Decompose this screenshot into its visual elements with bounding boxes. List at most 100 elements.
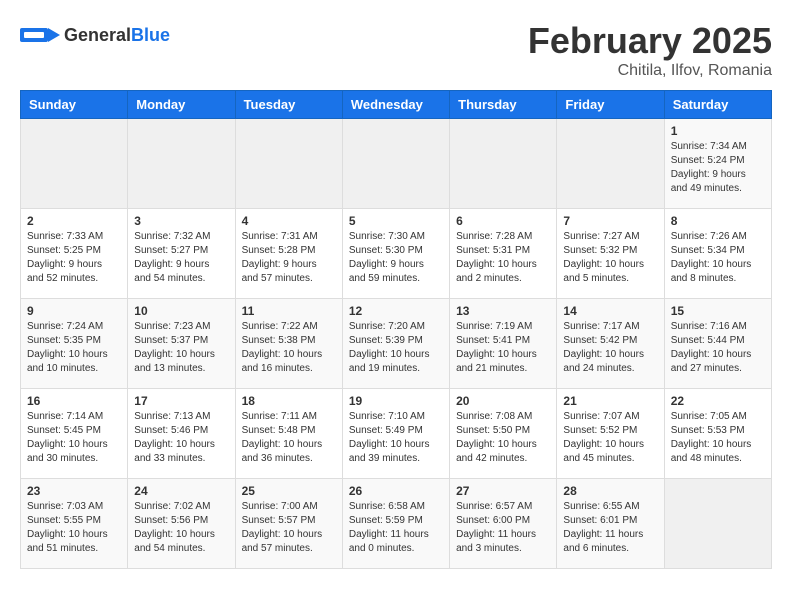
calendar-table: SundayMondayTuesdayWednesdayThursdayFrid…: [20, 90, 772, 569]
calendar-cell: 28Sunrise: 6:55 AM Sunset: 6:01 PM Dayli…: [557, 479, 664, 569]
calendar-cell: 14 Sunrise: 7:17 AM Sunset: 5:42 PM Dayli…: [557, 299, 664, 389]
day-info: Sunrise: 7:30 AM Sunset: 5:30 PM Dayligh…: [349, 230, 443, 286]
day-number: 27: [456, 484, 550, 498]
calendar-cell: 16 Sunrise: 7:14 AM Sunset: 5:45 PM Dayli…: [21, 389, 128, 479]
week-row-1: 2 Sunrise: 7:33 AM Sunset: 5:25 PM Daylig…: [21, 209, 772, 299]
calendar-cell: 6Sunrise: 7:28 AM Sunset: 5:31 PM Daylig…: [450, 209, 557, 299]
day-info: Sunrise: 7:33 AM Sunset: 5:25 PM Dayligh…: [27, 230, 121, 286]
calendar-cell: 21 Sunrise: 7:07 AM Sunset: 5:52 PM Dayli…: [557, 389, 664, 479]
calendar-cell: 8 Sunrise: 7:26 AM Sunset: 5:34 PM Daylig…: [664, 209, 771, 299]
header-thursday: Thursday: [450, 91, 557, 119]
calendar-title: February 2025: [528, 20, 772, 62]
day-info: Sunrise: 7:10 AM Sunset: 5:49 PM Dayligh…: [349, 410, 443, 466]
logo: GeneralBlue: [20, 20, 170, 50]
calendar-cell: [664, 479, 771, 569]
day-number: 12: [349, 304, 443, 318]
logo-general: General: [64, 25, 131, 45]
week-row-4: 23 Sunrise: 7:03 AM Sunset: 5:55 PM Dayli…: [21, 479, 772, 569]
day-info: Sunrise: 7:19 AM Sunset: 5:41 PM Dayligh…: [456, 320, 550, 376]
day-number: 4: [242, 214, 336, 228]
day-info: Sunrise: 7:02 AM Sunset: 5:56 PM Dayligh…: [134, 500, 228, 556]
day-number: 8: [671, 214, 765, 228]
day-info: Sunrise: 7:26 AM Sunset: 5:34 PM Dayligh…: [671, 230, 765, 286]
calendar-cell: 5 Sunrise: 7:30 AM Sunset: 5:30 PM Daylig…: [342, 209, 449, 299]
calendar-cell: 19 Sunrise: 7:10 AM Sunset: 5:49 PM Dayli…: [342, 389, 449, 479]
day-number: 13: [456, 304, 550, 318]
day-info: Sunrise: 7:20 AM Sunset: 5:39 PM Dayligh…: [349, 320, 443, 376]
day-info: Sunrise: 7:05 AM Sunset: 5:53 PM Dayligh…: [671, 410, 765, 466]
header-tuesday: Tuesday: [235, 91, 342, 119]
calendar-cell: [450, 119, 557, 209]
day-number: 11: [242, 304, 336, 318]
day-info: Sunrise: 7:17 AM Sunset: 5:42 PM Dayligh…: [563, 320, 657, 376]
day-info: Sunrise: 7:23 AM Sunset: 5:37 PM Dayligh…: [134, 320, 228, 376]
calendar-cell: [128, 119, 235, 209]
calendar-cell: 2 Sunrise: 7:33 AM Sunset: 5:25 PM Daylig…: [21, 209, 128, 299]
day-number: 28: [563, 484, 657, 498]
week-row-0: 1 Sunrise: 7:34 AM Sunset: 5:24 PM Daylig…: [21, 119, 772, 209]
logo-icon: [20, 20, 60, 50]
page-header: GeneralBlue February 2025 Chitila, Ilfov…: [20, 20, 772, 80]
day-number: 24: [134, 484, 228, 498]
day-number: 6: [456, 214, 550, 228]
calendar-cell: 26 Sunrise: 6:58 AM Sunset: 5:59 PM Dayli…: [342, 479, 449, 569]
day-number: 25: [242, 484, 336, 498]
day-number: 5: [349, 214, 443, 228]
calendar-cell: 3 Sunrise: 7:32 AM Sunset: 5:27 PM Daylig…: [128, 209, 235, 299]
calendar-cell: 4 Sunrise: 7:31 AM Sunset: 5:28 PM Daylig…: [235, 209, 342, 299]
day-number: 3: [134, 214, 228, 228]
calendar-cell: 24 Sunrise: 7:02 AM Sunset: 5:56 PM Dayli…: [128, 479, 235, 569]
day-number: 16: [27, 394, 121, 408]
calendar-cell: 22 Sunrise: 7:05 AM Sunset: 5:53 PM Dayli…: [664, 389, 771, 479]
calendar-cell: [342, 119, 449, 209]
day-number: 2: [27, 214, 121, 228]
day-info: Sunrise: 7:11 AM Sunset: 5:48 PM Dayligh…: [242, 410, 336, 466]
calendar-header-row: SundayMondayTuesdayWednesdayThursdayFrid…: [21, 91, 772, 119]
day-info: Sunrise: 7:32 AM Sunset: 5:27 PM Dayligh…: [134, 230, 228, 286]
day-number: 22: [671, 394, 765, 408]
day-info: Sunrise: 6:58 AM Sunset: 5:59 PM Dayligh…: [349, 500, 443, 556]
calendar-cell: 9 Sunrise: 7:24 AM Sunset: 5:35 PM Daylig…: [21, 299, 128, 389]
day-number: 17: [134, 394, 228, 408]
day-info: Sunrise: 7:16 AM Sunset: 5:44 PM Dayligh…: [671, 320, 765, 376]
day-info: Sunrise: 7:13 AM Sunset: 5:46 PM Dayligh…: [134, 410, 228, 466]
week-row-2: 9 Sunrise: 7:24 AM Sunset: 5:35 PM Daylig…: [21, 299, 772, 389]
day-number: 1: [671, 124, 765, 138]
day-info: Sunrise: 7:08 AM Sunset: 5:50 PM Dayligh…: [456, 410, 550, 466]
day-number: 26: [349, 484, 443, 498]
calendar-cell: 10 Sunrise: 7:23 AM Sunset: 5:37 PM Dayli…: [128, 299, 235, 389]
day-info: Sunrise: 7:14 AM Sunset: 5:45 PM Dayligh…: [27, 410, 121, 466]
day-info: Sunrise: 7:34 AM Sunset: 5:24 PM Dayligh…: [671, 140, 765, 196]
calendar-cell: 1 Sunrise: 7:34 AM Sunset: 5:24 PM Daylig…: [664, 119, 771, 209]
day-number: 9: [27, 304, 121, 318]
calendar-cell: 20 Sunrise: 7:08 AM Sunset: 5:50 PM Dayli…: [450, 389, 557, 479]
day-number: 23: [27, 484, 121, 498]
day-info: Sunrise: 7:27 AM Sunset: 5:32 PM Dayligh…: [563, 230, 657, 286]
calendar-cell: 15Sunrise: 7:16 AM Sunset: 5:44 PM Dayli…: [664, 299, 771, 389]
calendar-cell: [21, 119, 128, 209]
day-number: 21: [563, 394, 657, 408]
day-number: 18: [242, 394, 336, 408]
day-info: Sunrise: 7:00 AM Sunset: 5:57 PM Dayligh…: [242, 500, 336, 556]
calendar-cell: 17 Sunrise: 7:13 AM Sunset: 5:46 PM Dayli…: [128, 389, 235, 479]
day-number: 19: [349, 394, 443, 408]
calendar-cell: 27 Sunrise: 6:57 AM Sunset: 6:00 PM Dayli…: [450, 479, 557, 569]
day-info: Sunrise: 7:07 AM Sunset: 5:52 PM Dayligh…: [563, 410, 657, 466]
day-info: Sunrise: 7:24 AM Sunset: 5:35 PM Dayligh…: [27, 320, 121, 376]
day-info: Sunrise: 7:31 AM Sunset: 5:28 PM Dayligh…: [242, 230, 336, 286]
calendar-cell: 25 Sunrise: 7:00 AM Sunset: 5:57 PM Dayli…: [235, 479, 342, 569]
calendar-cell: 13 Sunrise: 7:19 AM Sunset: 5:41 PM Dayli…: [450, 299, 557, 389]
day-info: Sunrise: 7:03 AM Sunset: 5:55 PM Dayligh…: [27, 500, 121, 556]
day-info: Sunrise: 6:57 AM Sunset: 6:00 PM Dayligh…: [456, 500, 550, 556]
header-friday: Friday: [557, 91, 664, 119]
day-number: 14: [563, 304, 657, 318]
header-wednesday: Wednesday: [342, 91, 449, 119]
calendar-cell: 11Sunrise: 7:22 AM Sunset: 5:38 PM Dayli…: [235, 299, 342, 389]
calendar-cell: 23 Sunrise: 7:03 AM Sunset: 5:55 PM Dayli…: [21, 479, 128, 569]
title-block: February 2025 Chitila, Ilfov, Romania: [528, 20, 772, 80]
calendar-cell: 12 Sunrise: 7:20 AM Sunset: 5:39 PM Dayli…: [342, 299, 449, 389]
day-number: 20: [456, 394, 550, 408]
day-number: 10: [134, 304, 228, 318]
day-number: 7: [563, 214, 657, 228]
calendar-subtitle: Chitila, Ilfov, Romania: [528, 62, 772, 80]
